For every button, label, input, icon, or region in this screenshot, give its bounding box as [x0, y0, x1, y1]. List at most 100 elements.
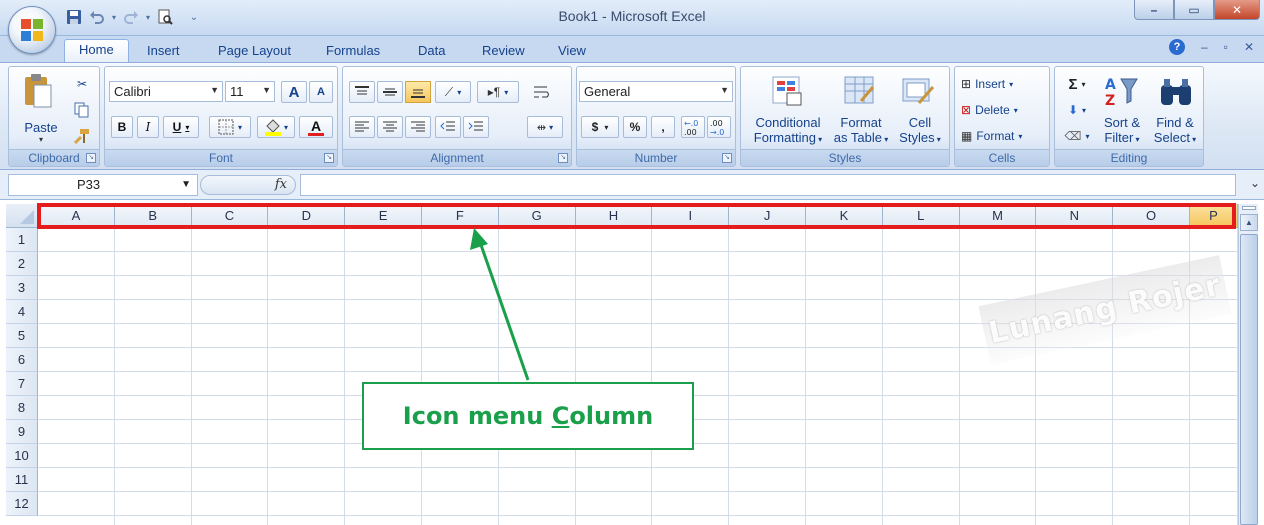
bold-button[interactable]: B	[111, 116, 133, 138]
decrease-indent-icon[interactable]	[435, 116, 461, 138]
grow-font-button[interactable]: A	[281, 81, 307, 103]
font-name-combo[interactable]: Calibri ▼	[109, 81, 223, 102]
row-header-2[interactable]: 2	[6, 252, 38, 276]
conditional-formatting-icon	[772, 76, 802, 106]
scroll-thumb[interactable]	[1240, 234, 1258, 525]
cut-icon[interactable]: ✂	[71, 73, 93, 95]
select-all-button[interactable]	[6, 204, 38, 228]
sort-filter-button[interactable]: AZ Sort & Filter ▾	[1097, 71, 1147, 149]
row-header-11[interactable]: 11	[6, 468, 38, 492]
row-header-6[interactable]: 6	[6, 348, 38, 372]
format-as-table-button[interactable]: Format as Table ▾	[831, 71, 891, 149]
wrap-text-icon[interactable]	[529, 81, 555, 103]
chevron-down-icon: ▾	[549, 122, 554, 132]
row-header-5[interactable]: 5	[6, 324, 38, 348]
font-size-combo[interactable]: 11 ▼	[225, 81, 275, 102]
shrink-font-button[interactable]: A	[309, 81, 333, 103]
column-gridline	[958, 228, 960, 525]
format-cells-button[interactable]: ▦ Format ▾	[961, 125, 1045, 147]
italic-button[interactable]: I	[137, 116, 159, 138]
align-middle-icon[interactable]	[377, 81, 403, 103]
tab-page-layout[interactable]: Page Layout	[218, 41, 291, 62]
column-gridline	[1035, 228, 1037, 525]
fill-color-button[interactable]: ▾	[257, 116, 295, 138]
conditional-formatting-button[interactable]: Conditional Formatting ▾	[747, 71, 829, 149]
clipboard-launcher-icon[interactable]: ↘	[86, 153, 96, 163]
workbook-restore-button[interactable]: ▫	[1224, 40, 1228, 54]
borders-button[interactable]: ▾	[209, 116, 251, 138]
expand-formula-bar-icon[interactable]: ⌄	[1250, 176, 1260, 190]
increase-indent-icon[interactable]	[463, 116, 489, 138]
insert-cells-button[interactable]: ⊞ Insert ▾	[961, 73, 1045, 95]
paste-label: Paste	[24, 120, 58, 135]
row-header-7[interactable]: 7	[6, 372, 38, 396]
decrease-decimal-icon[interactable]: .00 →.0	[707, 116, 731, 138]
copy-icon[interactable]	[71, 99, 93, 121]
workbook-minimize-button[interactable]: –	[1201, 40, 1208, 54]
orientation-button[interactable]: ⟋ ▾	[435, 81, 471, 103]
row-header-8[interactable]: 8	[6, 396, 38, 420]
merge-center-button[interactable]: ⇹ ▾	[527, 116, 563, 138]
help-icon[interactable]: ?	[1168, 39, 1185, 55]
align-center-icon[interactable]	[377, 116, 403, 138]
paste-button[interactable]: Paste ▾	[23, 73, 59, 144]
align-right-icon[interactable]	[405, 116, 431, 138]
fill-button[interactable]: ⬇ ▾	[1061, 99, 1093, 121]
row-header-9[interactable]: 9	[6, 420, 38, 444]
row-header-12[interactable]: 12	[6, 492, 38, 516]
minimize-button[interactable]: –	[1134, 0, 1174, 20]
row-header-1[interactable]: 1	[6, 228, 38, 252]
scroll-up-icon[interactable]: ▲	[1240, 214, 1258, 231]
find-select-button[interactable]: Find & Select ▾	[1149, 71, 1201, 149]
insert-cells-label: Insert	[975, 77, 1006, 91]
delete-cells-button[interactable]: ⊠ Delete ▾	[961, 99, 1045, 121]
font-color-label: A	[310, 117, 322, 134]
increase-decimal-icon[interactable]: ←.0.00	[681, 116, 705, 138]
tab-insert[interactable]: Insert	[147, 41, 180, 62]
tab-view[interactable]: View	[558, 41, 586, 62]
chevron-down-icon: ▾	[185, 122, 190, 132]
number-format-combo[interactable]: General ▼	[579, 81, 733, 102]
row-header-4[interactable]: 4	[6, 300, 38, 324]
tab-data[interactable]: Data	[418, 41, 445, 62]
maximize-button[interactable]: ▭	[1174, 0, 1214, 20]
office-button[interactable]	[8, 6, 56, 54]
clear-button[interactable]: ⌫ ▾	[1061, 125, 1093, 147]
close-button[interactable]: ✕	[1214, 0, 1260, 20]
font-color-button[interactable]: A	[299, 116, 333, 138]
worksheet-grid: ABCDEFGHIJKLMNOP 1 2 3 4 5 6 7 8 9 10 11 12 ▲	[0, 200, 1264, 525]
chevron-down-icon[interactable]: ▼	[181, 179, 191, 190]
underline-button[interactable]: U ▾	[163, 116, 199, 138]
comma-button[interactable]: ,	[651, 116, 675, 138]
text-direction-button[interactable]: ▸¶ ▾	[477, 81, 519, 103]
svg-text:A: A	[1105, 77, 1116, 93]
split-box[interactable]	[1242, 206, 1256, 210]
percent-button[interactable]: %	[623, 116, 647, 138]
chevron-down-icon: ▼	[210, 85, 219, 95]
formula-input[interactable]	[300, 174, 1236, 196]
font-launcher-icon[interactable]: ↘	[324, 153, 334, 163]
number-launcher-icon[interactable]: ↘	[722, 153, 732, 163]
cell-styles-button[interactable]: Cell Styles ▾	[893, 71, 947, 149]
insert-function-button[interactable]: fx	[200, 175, 296, 195]
name-box[interactable]: P33 ▼	[8, 174, 198, 196]
align-bottom-icon[interactable]	[405, 81, 431, 103]
tab-formulas[interactable]: Formulas	[326, 41, 380, 62]
align-top-icon[interactable]	[349, 81, 375, 103]
column-gridline	[421, 228, 422, 525]
vertical-scrollbar[interactable]: ▲	[1238, 204, 1258, 525]
tab-review[interactable]: Review	[482, 41, 525, 62]
currency-button[interactable]: $ ▾	[581, 116, 619, 138]
workbook-close-button[interactable]: ✕	[1244, 40, 1254, 54]
callout-text: Icon menu	[402, 402, 552, 430]
alignment-group-label: Alignment	[343, 149, 571, 166]
row-header-3[interactable]: 3	[6, 276, 38, 300]
alignment-launcher-icon[interactable]: ↘	[558, 153, 568, 163]
cells-group-label: Cells	[955, 149, 1049, 166]
autosum-button[interactable]: Σ ▾	[1061, 73, 1093, 95]
font-color-swatch	[308, 132, 324, 136]
format-painter-icon[interactable]	[71, 125, 93, 147]
align-left-icon[interactable]	[349, 116, 375, 138]
row-header-10[interactable]: 10	[6, 444, 38, 468]
tab-home[interactable]: Home	[64, 39, 129, 62]
